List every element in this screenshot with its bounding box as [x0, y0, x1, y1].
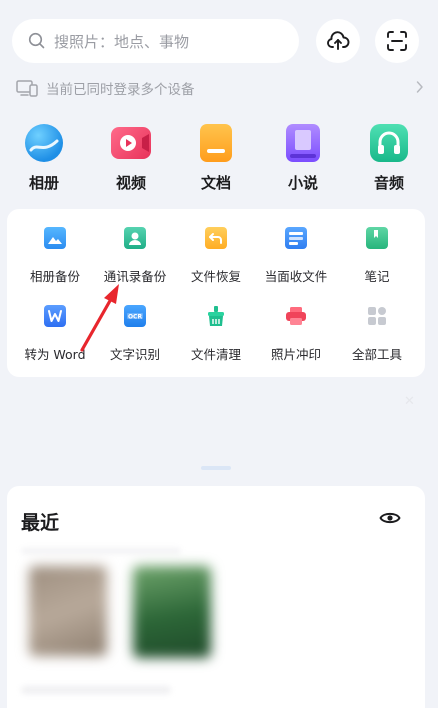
multi-device-text: 当前已同时登录多个设备 [46, 82, 195, 98]
category-row: 相册 视频 文档 小说 音频 [0, 118, 438, 198]
scan-icon [387, 31, 407, 51]
tool-label: 笔记 [364, 269, 390, 284]
category-audio[interactable]: 音频 [354, 118, 424, 198]
scan-button[interactable] [375, 19, 419, 63]
chevron-right-icon [416, 81, 423, 93]
search-bar[interactable]: 搜照片：地点、事物 [12, 19, 299, 63]
receive-files-icon [285, 227, 307, 249]
category-photos[interactable]: 相册 [9, 118, 79, 198]
recent-title: 最近 [21, 512, 60, 534]
recent-thumbnail[interactable] [29, 566, 107, 656]
blurred-text [21, 548, 181, 554]
document-icon [200, 124, 232, 162]
category-label: 视频 [115, 174, 146, 192]
search-icon [28, 32, 45, 49]
book-icon [286, 124, 320, 162]
category-documents[interactable]: 文档 [181, 118, 251, 198]
video-icon [111, 127, 151, 159]
ocr-icon: OCR [124, 305, 146, 327]
cloud-transfer-button[interactable] [316, 19, 360, 63]
multi-device-notice[interactable]: 当前已同时登录多个设备 [16, 76, 426, 100]
category-label: 音频 [373, 174, 404, 192]
headphones-icon [370, 124, 408, 162]
tool-label: 全部工具 [351, 347, 402, 362]
close-icon[interactable]: ✕ [404, 394, 415, 409]
category-videos[interactable]: 视频 [96, 118, 166, 198]
top-bar: 搜照片：地点、事物 [0, 0, 438, 70]
search-placeholder: 搜照片：地点、事物 [54, 32, 190, 51]
tool-all-tools[interactable]: 全部工具 [332, 287, 422, 362]
category-label: 相册 [28, 174, 59, 192]
photo-print-icon [285, 305, 307, 327]
album-backup-icon [44, 227, 66, 249]
eye-icon[interactable] [379, 510, 401, 526]
category-label: 文档 [200, 174, 231, 192]
svg-text:OCR: OCR [128, 314, 143, 321]
recent-thumbnail[interactable] [133, 566, 211, 658]
recent-section: 最近 [7, 486, 425, 708]
tools-card: 相册备份 通讯录备份 文件恢复 当面收文件 笔记 转为 Word OCR 文字识… [7, 209, 425, 377]
notes-icon [366, 227, 388, 249]
category-label: 小说 [287, 174, 318, 192]
contacts-backup-icon [124, 227, 146, 249]
category-novels[interactable]: 小说 [268, 118, 338, 198]
cloud-upload-icon [327, 31, 350, 50]
photo-album-icon [25, 124, 63, 162]
word-icon [44, 305, 66, 327]
devices-icon [16, 80, 38, 97]
drag-handle[interactable] [201, 466, 231, 470]
tool-notes[interactable]: 笔记 [332, 209, 422, 284]
blurred-text [21, 686, 171, 694]
grid-icon [366, 305, 388, 327]
cleanup-icon [205, 305, 227, 327]
file-recovery-icon [205, 227, 227, 249]
